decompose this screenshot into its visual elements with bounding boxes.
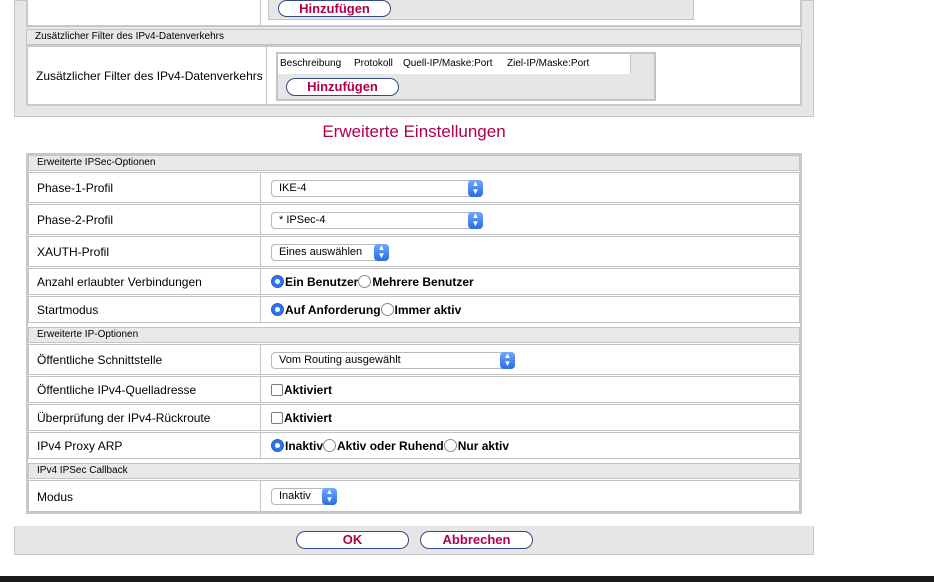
src-row: Öffentliche IPv4-Quelladresse Aktiviert [28, 376, 800, 403]
mode-label: Modus [37, 490, 74, 504]
radio-always-active-label: Immer aktiv [394, 303, 462, 317]
ip-header: Erweiterte IP-Optionen [28, 327, 800, 343]
chevron-updown-icon: ▲ ▼ [468, 180, 483, 197]
mode-select[interactable]: Inaktiv ▲ ▼ [271, 488, 337, 505]
top-section: Hinzufügen [26, 0, 802, 27]
ipsec-header: Erweiterte IPSec-Optionen [28, 155, 800, 171]
radio-arp-active-idle-label: Aktiv oder Ruhend [337, 439, 444, 453]
connections-label: Anzahl erlaubter Verbindungen [37, 275, 202, 289]
callback-header: IPv4 IPSec Callback [28, 463, 800, 479]
iface-select[interactable]: Vom Routing ausgewählt ▲ ▼ [271, 352, 515, 369]
cancel-button[interactable]: Abbrechen [420, 531, 533, 549]
phase2-label: Phase-2-Profil [37, 213, 114, 227]
phase1-select-value: IKE-4 [279, 182, 307, 194]
phase2-row: Phase-2-Profil * IPSec-4 ▲ ▼ [28, 204, 800, 235]
iface-row: Öffentliche Schnittstelle Vom Routing au… [28, 344, 800, 375]
rpf-checkbox-label: Aktiviert [284, 411, 333, 425]
column-header-beschreibung: Beschreibung [278, 54, 355, 74]
chevron-updown-icon: ▲ ▼ [468, 212, 483, 229]
ok-button[interactable]: OK [296, 531, 409, 549]
src-checkbox-label: Aktiviert [284, 383, 333, 397]
phase2-select-value: * IPSec-4 [279, 214, 326, 226]
column-header-protokoll: Protokoll [352, 54, 404, 74]
rpf-label: Überprüfung der IPv4-Rückroute [37, 411, 211, 425]
arp-label: IPv4 Proxy ARP [37, 439, 123, 453]
radio-multi-user-label: Mehrere Benutzer [372, 275, 474, 289]
radio-arp-inactive-label: Inaktiv [285, 439, 324, 453]
mode-row: Modus Inaktiv ▲ ▼ [28, 480, 800, 512]
rpf-checkbox-group: Aktiviert [271, 411, 332, 425]
rpf-checkbox[interactable] [271, 412, 283, 424]
phase1-label: Phase-1-Profil [37, 181, 114, 195]
filter-add-button[interactable]: Hinzufügen [286, 78, 399, 96]
arp-radio-group: Inaktiv Aktiv oder Ruhend Nur aktiv [271, 439, 509, 453]
radio-multi-user[interactable] [358, 275, 372, 288]
xauth-label: XAUTH-Profil [37, 245, 110, 259]
column-header-empty [601, 54, 631, 74]
column-header-quell: Quell-IP/Maske:Port [401, 54, 508, 74]
mode-select-value: Inaktiv [279, 490, 311, 502]
filter-table: Beschreibung Protokoll Quell-IP/Maske:Po… [276, 52, 656, 101]
radio-on-demand[interactable] [271, 303, 284, 316]
iface-select-value: Vom Routing ausgewählt [279, 354, 401, 366]
startmode-row: Startmodus Auf Anforderung Immer aktiv [28, 296, 800, 323]
radio-single-user-label: Ein Benutzer [285, 275, 359, 289]
radio-arp-inactive[interactable] [271, 439, 284, 452]
startmode-radio-group: Auf Anforderung Immer aktiv [271, 303, 461, 317]
phase1-select[interactable]: IKE-4 ▲ ▼ [271, 180, 483, 197]
chevron-updown-icon: ▲ ▼ [322, 488, 337, 505]
top-add-button[interactable]: Hinzufügen [278, 0, 391, 17]
radio-on-demand-label: Auf Anforderung [285, 303, 381, 317]
column-header-ziel: Ziel-IP/Maske:Port [505, 54, 604, 74]
xauth-select-value: Eines auswählen [279, 246, 363, 258]
filter-header: Zusätzlicher Filter des IPv4-Datenverkeh… [26, 29, 802, 45]
connections-row: Anzahl erlaubter Verbindungen Ein Benutz… [28, 268, 800, 295]
radio-arp-active-only-label: Nur aktiv [457, 439, 510, 453]
startmode-label: Startmodus [37, 303, 99, 317]
xauth-row: XAUTH-Profil Eines auswählen ▲ ▼ [28, 236, 800, 267]
connections-radio-group: Ein Benutzer Mehrere Benutzer [271, 275, 474, 289]
src-checkbox[interactable] [271, 384, 283, 396]
chevron-updown-icon: ▲ ▼ [500, 352, 515, 369]
xauth-select[interactable]: Eines auswählen ▲ ▼ [271, 244, 389, 261]
radio-arp-active-idle[interactable] [323, 439, 337, 452]
radio-single-user[interactable] [271, 275, 284, 288]
phase2-select[interactable]: * IPSec-4 ▲ ▼ [271, 212, 483, 229]
src-checkbox-group: Aktiviert [271, 383, 332, 397]
section-title: Erweiterte Einstellungen [322, 122, 506, 141]
arp-row: IPv4 Proxy ARP Inaktiv Aktiv oder Ruhend N… [28, 432, 800, 459]
radio-always-active[interactable] [380, 303, 394, 316]
iface-label: Öffentliche Schnittstelle [37, 353, 163, 367]
filter-row: Zusätzlicher Filter des IPv4-Datenverkeh… [26, 45, 802, 106]
bottom-strip [0, 576, 934, 582]
rpf-row: Überprüfung der IPv4-Rückroute Aktiviert [28, 404, 800, 431]
filter-label: Zusätzlicher Filter des IPv4-Datenverkeh… [36, 69, 263, 83]
phase1-row: Phase-1-Profil IKE-4 ▲ ▼ [28, 172, 800, 203]
chevron-updown-icon: ▲ ▼ [374, 244, 389, 261]
radio-arp-active-only[interactable] [443, 439, 457, 452]
src-label: Öffentliche IPv4-Quelladresse [37, 383, 197, 397]
